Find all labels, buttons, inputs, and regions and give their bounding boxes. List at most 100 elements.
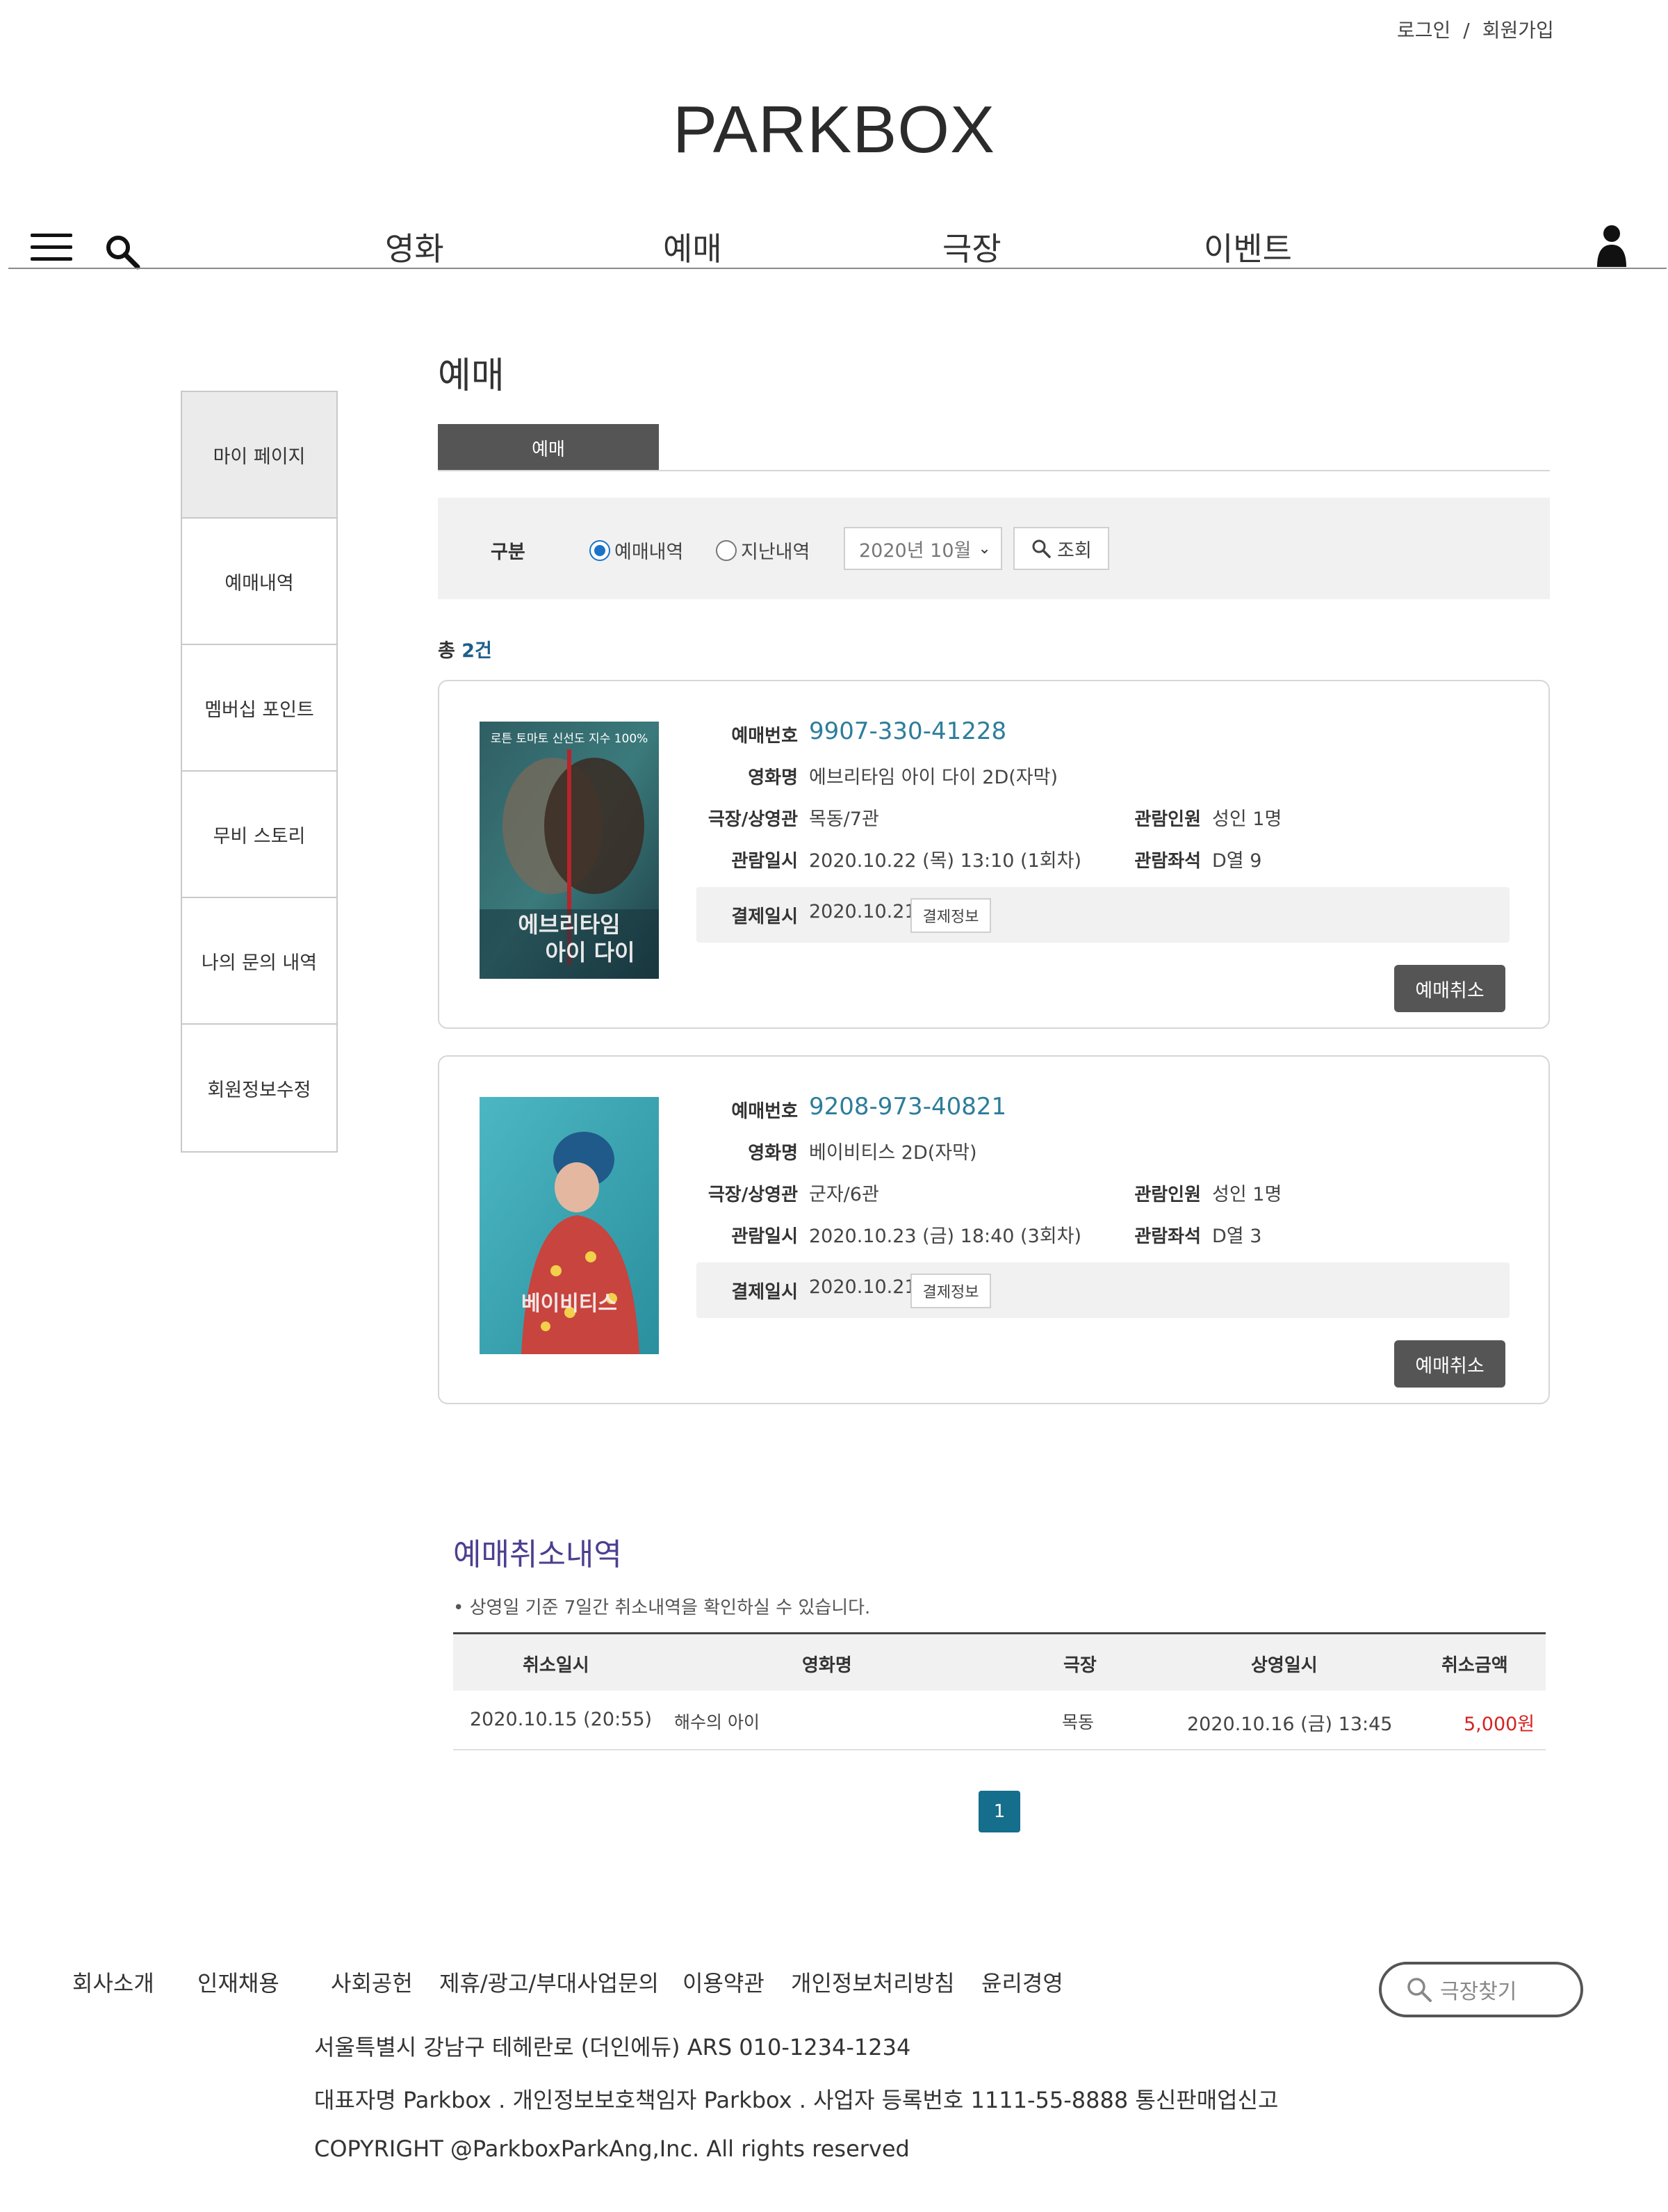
pagination-page-1[interactable]: 1 <box>979 1791 1020 1832</box>
radio-current-dot[interactable] <box>589 539 610 561</box>
movie-name: 베이비티스 2D(자막) <box>809 1142 977 1164</box>
col-theater: 극장 <box>1063 1655 1097 1676</box>
booking-card: 로튼 토마토 신선도 지수 100% 에브리타임 아이 다이 예매번호 9907… <box>438 680 1550 1029</box>
signup-link[interactable]: 회원가입 <box>1482 15 1554 43</box>
movie-name: 에브리타임 아이 다이 2D(자막) <box>809 767 1058 788</box>
paid-date: 2020.10.21 <box>809 1276 917 1298</box>
label-theater: 극장/상영관 <box>708 1185 798 1205</box>
footer-link-company[interactable]: 회사소개 <box>72 1966 154 1998</box>
total-count-value: 2건 <box>461 640 492 662</box>
footer-link-social[interactable]: 사회공헌 <box>331 1966 413 1998</box>
table-row: 2020.10.15 (20:55) 해수의 아이 목동 2020.10.16 … <box>453 1691 1546 1750</box>
sidebar-item-moviestory[interactable]: 무비 스토리 <box>182 772 336 898</box>
magnifier-icon <box>1032 539 1051 558</box>
movie-poster[interactable]: 로튼 토마토 신선도 지수 100% 에브리타임 아이 다이 <box>480 722 659 979</box>
radio-current[interactable]: 예매내역 <box>589 537 683 564</box>
footer-link-privacy[interactable]: 개인정보처리방침 <box>791 1966 955 1998</box>
poster-title-line-2: 아이 다이 <box>545 939 635 966</box>
sidebar-item-bookings[interactable]: 예매내역 <box>182 519 336 645</box>
label-people: 관람인원 <box>1134 1185 1201 1205</box>
cancel-table-header: 취소일시 영화명 극장 상영일시 취소금액 <box>453 1632 1546 1691</box>
col-show-time: 상영일시 <box>1251 1655 1318 1676</box>
sidebar-item-points[interactable]: 멤버십 포인트 <box>182 645 336 772</box>
top-links-separator: / <box>1463 19 1470 42</box>
label-datetime: 관람일시 <box>731 1226 798 1247</box>
search-button-label: 조회 <box>1057 539 1092 562</box>
footer-link-ethics[interactable]: 윤리경영 <box>981 1966 1063 1998</box>
label-people: 관람인원 <box>1134 809 1201 830</box>
show-datetime: 2020.10.22 (목) 13:10 (1회차) <box>809 850 1081 872</box>
label-seat: 관람좌석 <box>1134 1226 1201 1247</box>
chevron-down-icon: ⌄ <box>978 539 991 558</box>
page-title: 예매 <box>438 355 505 397</box>
theater-search-placeholder: 극장찾기 <box>1440 1980 1517 2004</box>
label-booking-no: 예매번호 <box>731 726 798 747</box>
payment-info-button[interactable]: 결제정보 <box>910 898 991 933</box>
search-button[interactable]: 조회 <box>1013 527 1109 570</box>
month-select[interactable]: 2020년 10월 ⌄ <box>844 527 1002 570</box>
user-icon[interactable] <box>1594 224 1629 268</box>
tab-divider <box>438 470 1550 471</box>
nav-event[interactable]: 이벤트 <box>1204 224 1292 270</box>
label-theater: 극장/상영관 <box>708 809 798 830</box>
footer-copyright: COPYRIGHT @ParkboxParkAng,Inc. All right… <box>314 2136 910 2162</box>
site-logo[interactable]: PARKBOX <box>0 92 1668 168</box>
col-movie: 영화명 <box>802 1655 852 1676</box>
cancel-history-note: • 상영일 기준 7일간 취소내역을 확인하실 수 있습니다. <box>453 1597 871 1618</box>
col-amount: 취소금액 <box>1441 1655 1508 1676</box>
label-paid: 결제일시 <box>731 906 798 927</box>
filter-label: 구분 <box>491 542 525 563</box>
sidebar-item-inquiries[interactable]: 나의 문의 내역 <box>182 898 336 1025</box>
booking-number: 9208-973-40821 <box>809 1093 1007 1121</box>
cancel-movie: 해수의 아이 <box>674 1712 760 1732</box>
total-prefix: 총 <box>438 640 455 662</box>
cancel-history-title: 예매취소내역 <box>453 1537 622 1572</box>
nav-booking[interactable]: 예매 <box>663 224 722 270</box>
sidebar-item-mypage[interactable]: 마이 페이지 <box>182 392 336 519</box>
sidebar-item-profile[interactable]: 회원정보수정 <box>182 1025 336 1151</box>
total-count: 총 2건 <box>438 635 492 662</box>
menu-icon[interactable] <box>31 234 72 264</box>
show-datetime: 2020.10.23 (금) 18:40 (3회차) <box>809 1226 1081 1247</box>
footer-link-terms[interactable]: 이용약관 <box>682 1966 764 1998</box>
cancel-show-time: 2020.10.16 (금) 13:45 <box>1187 1714 1393 1735</box>
radio-past-dot[interactable] <box>716 539 737 561</box>
label-datetime: 관람일시 <box>731 851 798 872</box>
footer-link-partnership[interactable]: 제휴/광고/부대사업문의 <box>439 1966 659 1998</box>
label-booking-no: 예매번호 <box>731 1101 798 1122</box>
booking-number: 9907-330-41228 <box>809 717 1007 745</box>
label-paid: 결제일시 <box>731 1282 798 1303</box>
cancel-amount: 5,000원 <box>1464 1714 1535 1735</box>
cancel-booking-button[interactable]: 예매취소 <box>1394 965 1505 1012</box>
people-count: 성인 1명 <box>1212 1184 1282 1205</box>
nav-movie[interactable]: 영화 <box>385 224 444 270</box>
theater-name: 군자/6관 <box>809 1184 879 1205</box>
paid-date: 2020.10.21 <box>809 901 917 922</box>
col-cancel-time: 취소일시 <box>523 1655 589 1676</box>
login-link[interactable]: 로그인 <box>1397 15 1450 43</box>
radio-current-label: 예매내역 <box>614 542 684 563</box>
nav-theater[interactable]: 극장 <box>942 224 1001 270</box>
theater-search-input[interactable]: 극장찾기 <box>1379 1962 1583 2017</box>
footer-link-careers[interactable]: 인재채용 <box>197 1966 279 1998</box>
poster-top-text: 로튼 토마토 신선도 지수 100% <box>490 732 648 746</box>
seat-number: D열 9 <box>1212 850 1262 872</box>
tab-booking[interactable]: 예매 <box>438 424 659 471</box>
nav-divider <box>8 268 1667 269</box>
booking-card: 베이비티스 예매번호 9208-973-40821 영화명 베이비티스 2D(자… <box>438 1055 1550 1404</box>
search-icon <box>1407 1978 1432 2002</box>
poster-title: 에브리타임 아이 다이 <box>480 911 659 966</box>
poster-title-line-1: 에브리타임 <box>518 911 621 938</box>
search-icon[interactable] <box>103 232 142 271</box>
payment-info-button[interactable]: 결제정보 <box>910 1274 991 1308</box>
label-movie: 영화명 <box>748 767 798 788</box>
month-select-value: 2020년 10월 <box>859 539 972 562</box>
radio-past[interactable]: 지난내역 <box>716 537 810 564</box>
top-links: 로그인 / 회원가입 <box>1397 15 1554 43</box>
movie-poster[interactable]: 베이비티스 <box>480 1097 659 1354</box>
cancel-booking-button[interactable]: 예매취소 <box>1394 1340 1505 1388</box>
people-count: 성인 1명 <box>1212 808 1282 830</box>
footer-company: 대표자명 Parkbox . 개인정보보호책임자 Parkbox . 사업자 등… <box>314 2087 1279 2113</box>
label-movie: 영화명 <box>748 1143 798 1164</box>
poster-title: 베이비티스 <box>521 1292 617 1316</box>
